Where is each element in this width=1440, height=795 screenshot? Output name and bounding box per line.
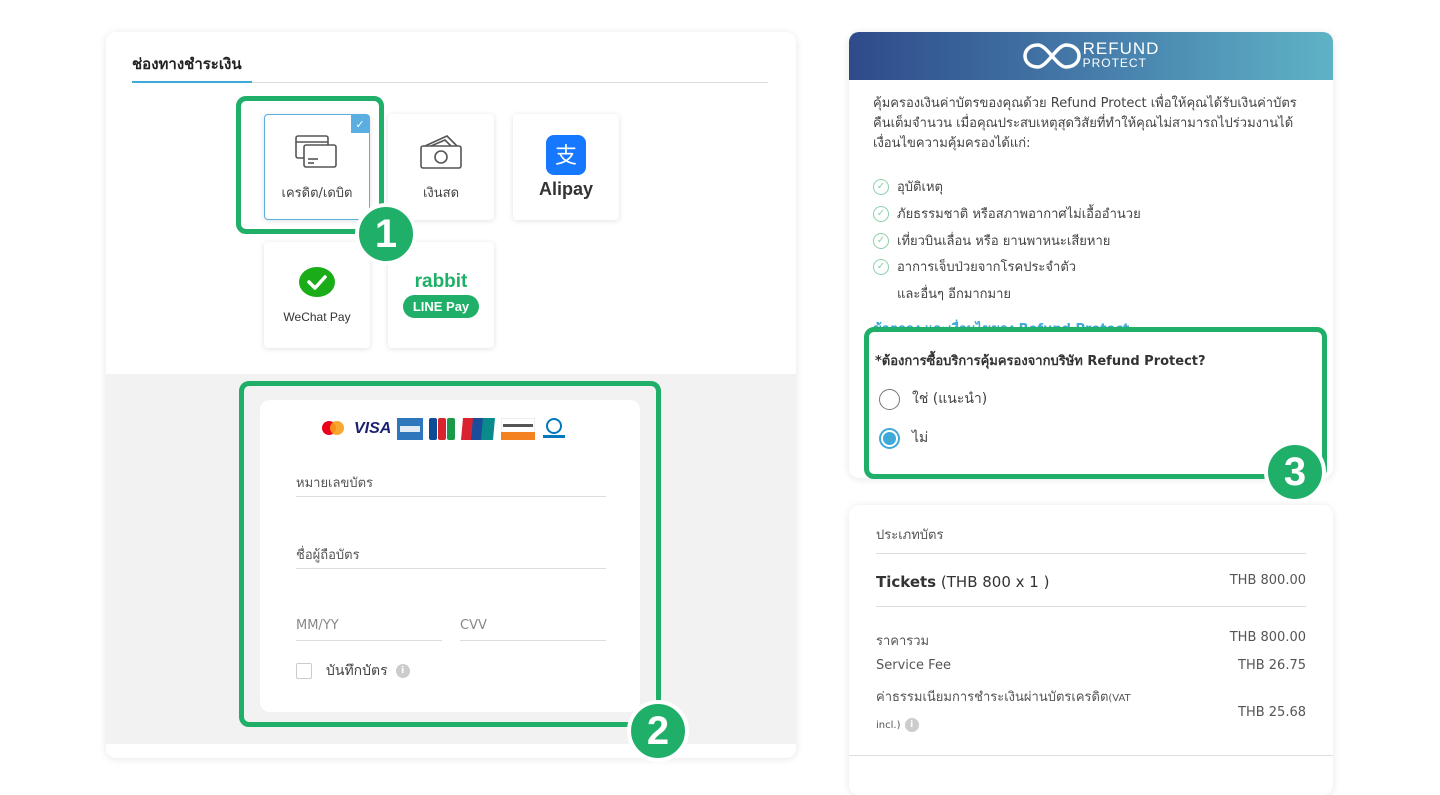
annotation-badge-3: 3 [1264,441,1326,503]
payment-title: ช่องทางชำระเงิน [132,55,242,73]
method-label: Alipay [538,178,594,199]
refund-protect-header: REFUND PROTECT [849,32,1333,80]
method-wechat-pay[interactable]: WeChat Pay [264,242,370,348]
info-icon[interactable]: i [904,717,919,732]
check-circle-icon: ✓ [873,232,889,249]
annotation-badge-1: 1 [355,203,417,265]
coverage-item: ✓ ภัยธรรมชาติ หรือสภาพอากาศไม่เอื้ออำนวย [873,203,1141,224]
coverage-item: ✓ อาการเจ็บป่วยจากโรคประจำตัว [873,256,1076,277]
summary-title: ประเภทบัตร [876,528,944,543]
line-pay-logo: LINE Pay [402,295,480,318]
service-fee-row: Service Fee THB 26.75 [876,658,1306,673]
wechat-pay-logo [299,267,335,297]
infinity-icon [1022,43,1081,69]
svg-text:支: 支 [555,144,577,169]
method-alipay[interactable]: 支 Alipay [513,114,619,220]
ticket-row: Tickets (THB 800 x 1 ) THB 800.00 [876,573,1306,591]
logo-sub: PROTECT [1082,56,1147,70]
logo-main: REFUND [1082,39,1160,58]
alipay-logo: 支 [546,134,586,175]
coverage-item: ✓ เที่ยวบินเลื่อน หรือ ยานพาหนะเสียหาย [873,230,1110,251]
check-circle-icon: ✓ [873,178,889,195]
order-summary-panel: ประเภทบัตร Tickets (THB 800 x 1 ) THB 80… [849,505,1333,795]
check-circle-icon: ✓ [873,205,889,222]
method-label: WeChat Pay [283,310,351,324]
coverage-item: ✓ อุบัติเหตุ [873,176,943,197]
highlight-3 [864,327,1327,479]
rabbit-logo: rabbit [414,271,468,292]
total-row: ราคารวม THB 800.00 [876,630,1306,649]
method-cash[interactable]: เงินสด [388,114,494,220]
cash-icon [420,134,462,169]
annotation-badge-2: 2 [627,700,689,762]
refund-intro: คุ้มครองเงินค่าบัตรของคุณด้วย Refund Pro… [873,96,1297,151]
cc-fee-row: ค่าธรรมเนียมการชำระเงินผ่านบัตรเครดิต(VA… [876,690,1306,732]
title-accent [132,81,252,83]
highlight-2 [239,381,661,727]
check-circle-icon: ✓ [873,258,889,275]
method-label: เงินสด [422,185,460,201]
coverage-more: และอื่นๆ อีกมากมาย [897,287,1012,302]
